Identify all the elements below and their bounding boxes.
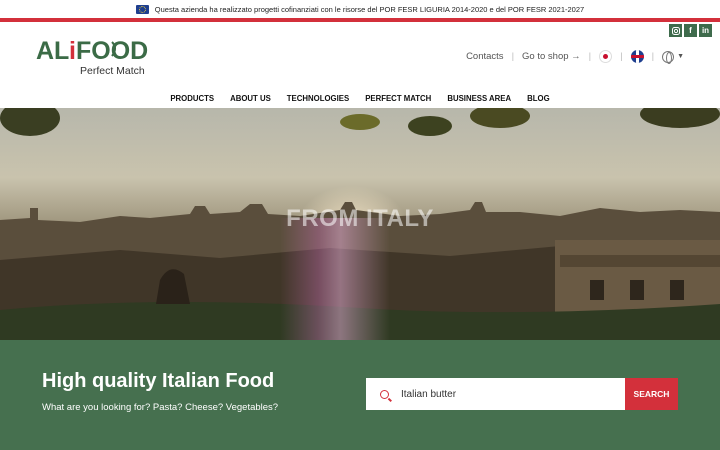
search-band: High quality Italian Food What are you l… [0, 340, 720, 450]
utility-nav: Contacts | Go to shop → | | | ▼ [466, 50, 684, 64]
divider: | [588, 51, 592, 62]
search-button[interactable]: SEARCH [625, 378, 678, 410]
nav-business-area[interactable]: BUSINESS AREA [447, 94, 511, 103]
linkedin-icon[interactable]: in [699, 24, 712, 37]
uk-flag-icon[interactable] [630, 50, 644, 63]
nav-blog[interactable]: BLOG [527, 94, 550, 103]
search-icon [380, 389, 389, 399]
foliage-image [0, 108, 720, 136]
instagram-icon[interactable] [669, 24, 682, 37]
logo-wordmark: AL i FOOD [36, 38, 154, 64]
eu-flag-icon [135, 4, 149, 14]
globe-icon[interactable] [662, 50, 675, 64]
divider: | [651, 51, 655, 62]
logo-tagline: Perfect Match [80, 65, 145, 77]
go-to-shop-link[interactable]: Go to shop → [522, 51, 581, 62]
search-input[interactable] [401, 388, 601, 400]
alifood-logo-icon: AL i FOOD [36, 38, 148, 64]
eu-funding-bar: Questa azienda ha realizzato progetti co… [0, 0, 720, 18]
hero-title: FROM ITALY [286, 205, 434, 232]
main-nav: PRODUCTS ABOUT US TECHNOLOGIES PERFECT M… [0, 94, 720, 103]
nav-about-us[interactable]: ABOUT US [230, 94, 271, 103]
nav-technologies[interactable]: TECHNOLOGIES [287, 94, 349, 103]
divider: | [620, 51, 623, 62]
site-header: AL i FOOD Perfect Match f in Contacts | … [0, 22, 720, 108]
social-links: f in [669, 24, 712, 37]
contacts-link[interactable]: Contacts [466, 51, 504, 62]
band-subtitle: What are you looking for? Pasta? Cheese?… [42, 402, 279, 413]
nav-products[interactable]: PRODUCTS [170, 94, 214, 103]
search-box[interactable] [366, 378, 625, 410]
logo[interactable]: AL i FOOD Perfect Match [36, 38, 154, 77]
svg-text:AL: AL [36, 38, 69, 64]
eu-funding-text: Questa azienda ha realizzato progetti co… [154, 4, 585, 14]
band-title: High quality Italian Food [42, 370, 275, 392]
nav-perfect-match[interactable]: PERFECT MATCH [365, 94, 431, 103]
divider: | [511, 51, 515, 62]
product-search: SEARCH [366, 378, 678, 410]
hero-banner: FROM ITALY [0, 108, 720, 340]
svg-text:i: i [69, 38, 76, 64]
japan-flag-icon[interactable] [599, 50, 613, 63]
facebook-icon[interactable]: f [684, 24, 697, 37]
lens-flare [280, 218, 390, 340]
chevron-down-icon[interactable]: ▼ [677, 53, 684, 60]
